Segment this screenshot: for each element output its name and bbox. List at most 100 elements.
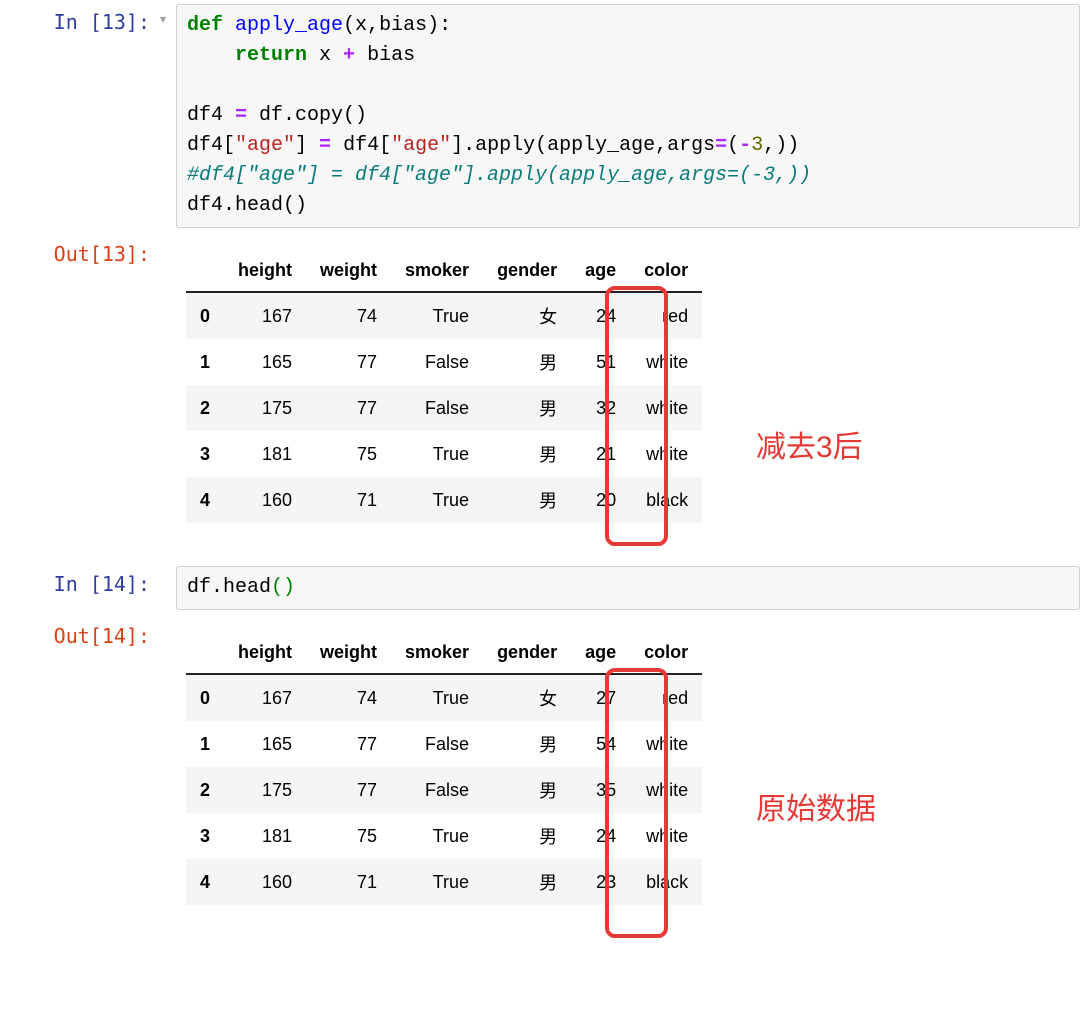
cell-color: white: [630, 813, 702, 859]
row-index: 2: [186, 767, 224, 813]
table-header-row: height weight smoker gender age color: [186, 250, 702, 292]
col-smoker: smoker: [391, 250, 483, 292]
col-height: height: [224, 632, 306, 674]
cell-age: 51: [571, 339, 630, 385]
cell-age: 32: [571, 385, 630, 431]
cell-height: 165: [224, 339, 306, 385]
dataframe-table-13: height weight smoker gender age color 01…: [186, 250, 702, 523]
cell-color: white: [630, 431, 702, 477]
table-row: 416071True男20black: [186, 477, 702, 523]
table-row: 217577False男32white: [186, 385, 702, 431]
cell-height: 160: [224, 859, 306, 905]
table-row: 016774True女24red: [186, 292, 702, 339]
row-index: 0: [186, 674, 224, 721]
annotation-minus3: 减去3后: [756, 422, 863, 466]
cell-weight: 75: [306, 431, 391, 477]
row-index: 1: [186, 721, 224, 767]
table-row: 416071True男23black: [186, 859, 702, 905]
prompt-out-14: Out[14]:: [0, 618, 160, 648]
row-index: 4: [186, 859, 224, 905]
cell-gender: 男: [483, 721, 571, 767]
cell-age: 23: [571, 859, 630, 905]
cell-gender: 女: [483, 674, 571, 721]
col-color: color: [630, 250, 702, 292]
cell-age: 35: [571, 767, 630, 813]
cell-color: black: [630, 477, 702, 523]
col-index: [186, 250, 224, 292]
row-index: 1: [186, 339, 224, 385]
cell-color: white: [630, 339, 702, 385]
keyword-def: def: [187, 14, 223, 37]
col-smoker: smoker: [391, 632, 483, 674]
cell-color: red: [630, 292, 702, 339]
cell-weight: 77: [306, 767, 391, 813]
code-comment: #df4["age"] = df4["age"].apply(apply_age…: [187, 164, 811, 187]
cell-height: 175: [224, 385, 306, 431]
cell-gender: 男: [483, 813, 571, 859]
col-age: age: [571, 250, 630, 292]
col-color: color: [630, 632, 702, 674]
prompt-in-13: In [13]:: [0, 4, 160, 34]
cell-age: 27: [571, 674, 630, 721]
cell-height: 160: [224, 477, 306, 523]
cell-gender: 男: [483, 477, 571, 523]
keyword-return: return: [235, 44, 307, 67]
cell-color: white: [630, 767, 702, 813]
cell-gender: 男: [483, 385, 571, 431]
cell-gender: 男: [483, 431, 571, 477]
cell-height: 181: [224, 431, 306, 477]
cell-out-14: Out[14]: height weight smoker gender age…: [0, 614, 1080, 926]
cell-smoker: True: [391, 813, 483, 859]
cell-smoker: True: [391, 431, 483, 477]
table-row: 116577False男54white: [186, 721, 702, 767]
cell-weight: 74: [306, 292, 391, 339]
cell-smoker: False: [391, 767, 483, 813]
cell-gender: 男: [483, 767, 571, 813]
cell-weight: 71: [306, 477, 391, 523]
table-row: 318175True男24white: [186, 813, 702, 859]
prompt-out-13: Out[13]:: [0, 236, 160, 266]
col-gender: gender: [483, 632, 571, 674]
cell-in-13: In [13]: ▾ def apply_age(x,bias): return…: [0, 0, 1080, 232]
code-input-14[interactable]: df.head(): [176, 566, 1080, 610]
cell-age: 21: [571, 431, 630, 477]
cell-in-14: In [14]: df.head(): [0, 562, 1080, 614]
cell-gender: 男: [483, 339, 571, 385]
cell-smoker: False: [391, 339, 483, 385]
cell-age: 24: [571, 292, 630, 339]
cell-age: 24: [571, 813, 630, 859]
prompt-in-14: In [14]:: [0, 566, 160, 596]
col-gender: gender: [483, 250, 571, 292]
cell-age: 54: [571, 721, 630, 767]
collapse-toggle-icon[interactable]: ▾: [160, 4, 176, 26]
row-index: 0: [186, 292, 224, 339]
cell-smoker: False: [391, 385, 483, 431]
cell-smoker: True: [391, 674, 483, 721]
cell-smoker: False: [391, 721, 483, 767]
cell-color: white: [630, 721, 702, 767]
cell-gender: 男: [483, 859, 571, 905]
cell-height: 165: [224, 721, 306, 767]
cell-height: 167: [224, 674, 306, 721]
cell-weight: 71: [306, 859, 391, 905]
cell-weight: 74: [306, 674, 391, 721]
row-index: 2: [186, 385, 224, 431]
col-age: age: [571, 632, 630, 674]
col-weight: weight: [306, 250, 391, 292]
dataframe-table-14: height weight smoker gender age color 01…: [186, 632, 702, 905]
col-index: [186, 632, 224, 674]
col-weight: weight: [306, 632, 391, 674]
function-name: apply_age: [235, 14, 343, 37]
cell-smoker: True: [391, 292, 483, 339]
cell-smoker: True: [391, 477, 483, 523]
cell-smoker: True: [391, 859, 483, 905]
code-input-13[interactable]: def apply_age(x,bias): return x + bias d…: [176, 4, 1080, 228]
row-index: 3: [186, 431, 224, 477]
cell-color: red: [630, 674, 702, 721]
cell-height: 167: [224, 292, 306, 339]
table-row: 318175True男21white: [186, 431, 702, 477]
cell-age: 20: [571, 477, 630, 523]
row-index: 4: [186, 477, 224, 523]
table-row: 217577False男35white: [186, 767, 702, 813]
cell-height: 181: [224, 813, 306, 859]
